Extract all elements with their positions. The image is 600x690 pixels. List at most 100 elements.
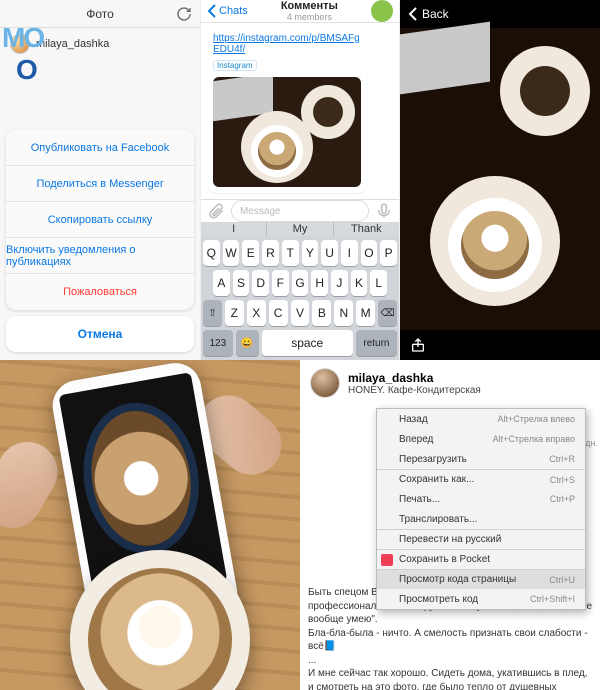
key-q[interactable]: Q: [203, 240, 220, 266]
shared-link[interactable]: https://instagram.com/p/BMSAFgEDU4f/: [213, 33, 361, 55]
instagram-share-panel: Фото milaya_dashka MOO Опубликовать на F…: [0, 0, 200, 360]
key-w[interactable]: W: [223, 240, 240, 266]
key-c[interactable]: C: [269, 300, 288, 326]
menu-forward[interactable]: ВпередAlt+Стрелка вправо: [377, 429, 585, 449]
key-row-4: 123 😀 space return: [203, 330, 397, 356]
menu-reload[interactable]: ПерезагрузитьCtrl+R: [377, 449, 585, 469]
mic-icon[interactable]: [375, 202, 393, 220]
emoji-key[interactable]: 😀: [236, 330, 259, 356]
chat-name: Комменты: [248, 0, 371, 12]
key-z[interactable]: Z: [225, 300, 244, 326]
numbers-key[interactable]: 123: [203, 330, 233, 356]
telegram-panel: Chats Комменты 4 members https://instagr…: [200, 0, 400, 360]
back-to-chats-button[interactable]: Chats: [207, 4, 248, 18]
key-s[interactable]: S: [233, 270, 250, 296]
avatar[interactable]: [310, 368, 340, 398]
fullscreen-photo[interactable]: [400, 28, 600, 330]
menu-save-as[interactable]: Сохранить как...Ctrl+S: [377, 469, 585, 489]
action-sheet: Опубликовать на Facebook Поделиться в Me…: [6, 130, 194, 310]
suggestion-2[interactable]: My: [267, 222, 333, 236]
suggestion-3[interactable]: Thank: [334, 222, 399, 236]
key-f[interactable]: F: [272, 270, 289, 296]
pocket-icon: [381, 554, 393, 566]
key-o[interactable]: O: [361, 240, 378, 266]
camera-preview: [72, 394, 211, 563]
back-label: Chats: [219, 5, 248, 17]
cup-shape: [251, 125, 303, 177]
key-u[interactable]: U: [321, 240, 338, 266]
key-i[interactable]: I: [341, 240, 358, 266]
avatar: [10, 34, 30, 54]
share-facebook-button[interactable]: Опубликовать на Facebook: [6, 130, 194, 166]
viewer-header: Back: [400, 0, 600, 28]
lifestyle-photo: [0, 360, 300, 690]
share-messenger-button[interactable]: Поделиться в Messenger: [6, 166, 194, 202]
share-icon[interactable]: [410, 337, 426, 353]
copy-link-button[interactable]: Скопировать ссылку: [6, 202, 194, 238]
menu-cast[interactable]: Транслировать...: [377, 509, 585, 529]
cancel-button[interactable]: Отмена: [6, 316, 194, 352]
key-t[interactable]: T: [282, 240, 299, 266]
chevron-left-icon: [408, 7, 418, 21]
menu-inspect[interactable]: Просмотреть кодCtrl+Shift+I: [377, 589, 585, 609]
report-button[interactable]: Пожаловаться: [6, 274, 194, 310]
caption-line-3: ...: [308, 654, 592, 668]
menu-translate[interactable]: Перевести на русский: [377, 529, 585, 549]
key-b[interactable]: B: [312, 300, 331, 326]
key-y[interactable]: Y: [302, 240, 319, 266]
photo-viewer-panel: Back: [400, 0, 600, 360]
post-location[interactable]: HONEY. Кафе-Кондитерская: [348, 385, 481, 396]
key-k[interactable]: K: [351, 270, 368, 296]
key-row-3: ⇧ Z X C V B N M ⌫: [203, 300, 397, 326]
key-v[interactable]: V: [291, 300, 310, 326]
key-n[interactable]: N: [334, 300, 353, 326]
menu-back[interactable]: НазадAlt+Стрелка влево: [377, 409, 585, 429]
menu-view-source[interactable]: Просмотр кода страницыCtrl+U: [377, 569, 585, 589]
attach-icon[interactable]: [207, 202, 225, 220]
member-count: 4 members: [248, 12, 371, 22]
refresh-icon[interactable]: [176, 6, 192, 22]
key-d[interactable]: D: [252, 270, 269, 296]
instagram-web-panel: milaya_dashka HONEY. Кафе-Кондитерская д…: [300, 360, 600, 690]
return-key[interactable]: return: [356, 330, 397, 356]
panel1-header: Фото: [0, 0, 200, 28]
key-p[interactable]: P: [380, 240, 397, 266]
enable-notifications-button[interactable]: Включить уведомления о публикациях: [6, 238, 194, 274]
key-row-1: Q W E R T Y U I O P: [203, 240, 397, 266]
chat-avatar[interactable]: [371, 0, 393, 22]
menu-pocket[interactable]: Сохранить в Pocket: [377, 549, 585, 569]
menu-print[interactable]: Печать...Ctrl+P: [377, 489, 585, 509]
shift-key[interactable]: ⇧: [203, 300, 222, 326]
message-bubble: https://instagram.com/p/BMSAFgEDU4f/ Ins…: [207, 29, 367, 193]
caption-line-2: Бла-бла-была - ничто. А смелость признат…: [308, 627, 592, 654]
key-g[interactable]: G: [292, 270, 309, 296]
messages-area: https://instagram.com/p/BMSAFgEDU4f/ Ins…: [201, 23, 399, 199]
key-h[interactable]: H: [311, 270, 328, 296]
backspace-key[interactable]: ⌫: [378, 300, 397, 326]
back-button[interactable]: Back: [422, 7, 449, 21]
key-m[interactable]: M: [356, 300, 375, 326]
keyboard: Q W E R T Y U I O P A S D F G H: [201, 236, 399, 360]
key-l[interactable]: L: [370, 270, 387, 296]
key-x[interactable]: X: [247, 300, 266, 326]
message-input[interactable]: Message: [231, 200, 369, 222]
post-username[interactable]: milaya_dashka: [348, 371, 481, 385]
space-key[interactable]: space: [262, 330, 353, 356]
key-j[interactable]: J: [331, 270, 348, 296]
user-row: milaya_dashka: [0, 28, 200, 60]
username: milaya_dashka: [36, 38, 109, 50]
message-input-bar: Message: [201, 199, 399, 222]
keyboard-suggestions: I My Thank: [201, 222, 399, 236]
cookie-shape: [520, 66, 570, 116]
post-header: milaya_dashka HONEY. Кафе-Кондитерская: [300, 360, 600, 400]
link-preview-image[interactable]: [213, 77, 361, 187]
context-menu: НазадAlt+Стрелка влево ВпередAlt+Стрелка…: [376, 408, 586, 610]
suggestion-1[interactable]: I: [201, 222, 267, 236]
key-e[interactable]: E: [242, 240, 259, 266]
key-row-2: A S D F G H J K L: [203, 270, 397, 296]
cookie-shape: [313, 97, 343, 127]
key-a[interactable]: A: [213, 270, 230, 296]
chat-title[interactable]: Комменты 4 members: [248, 0, 371, 22]
placeholder-text: Message: [240, 206, 281, 217]
key-r[interactable]: R: [262, 240, 279, 266]
